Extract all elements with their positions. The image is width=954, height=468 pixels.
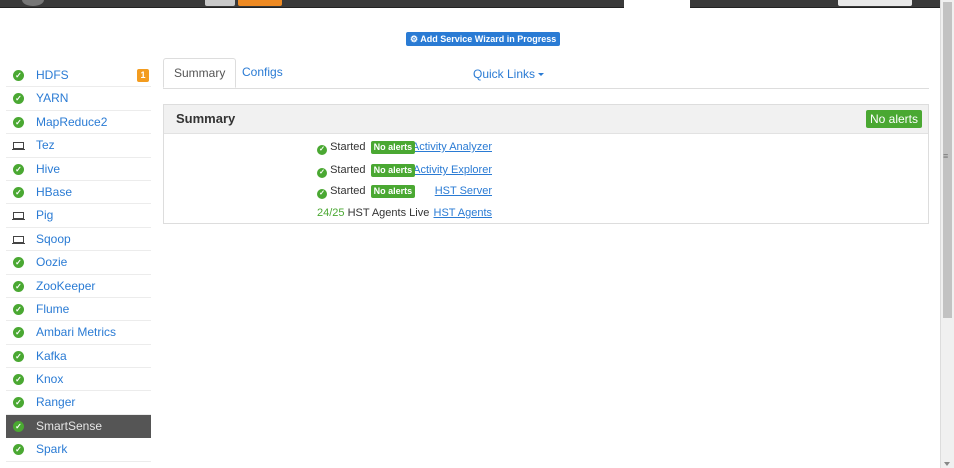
sidebar-item-hive[interactable]: ✓ Hive bbox=[6, 158, 151, 181]
check-circle-icon: ✓ bbox=[13, 280, 24, 292]
sidebar-item-knox[interactable]: ✓ Knox bbox=[6, 368, 151, 392]
check-circle-icon: ✓ bbox=[13, 93, 24, 105]
sidebar-item-flume[interactable]: ✓ Flume bbox=[6, 298, 151, 322]
sidebar-item-label: Flume bbox=[36, 301, 70, 316]
wizard-label: Add Service Wizard in Progress bbox=[420, 34, 557, 44]
sidebar-item-label: SmartSense bbox=[36, 418, 103, 433]
sidebar-item-hdfs[interactable]: ✓ HDFS 1 bbox=[6, 64, 151, 88]
sidebar-item-mapreduce2[interactable]: ✓ MapReduce2 bbox=[6, 111, 151, 135]
laptop-icon bbox=[12, 235, 25, 244]
sidebar-item-label: ZooKeeper bbox=[36, 278, 96, 293]
sidebar-item-label: Spark bbox=[36, 442, 68, 457]
check-circle-icon: ✓ bbox=[13, 327, 24, 339]
component-status: ✓ Started No alerts bbox=[317, 160, 416, 180]
sidebar-item-kafka[interactable]: ✓ Kafka bbox=[6, 345, 151, 369]
alert-count-badge[interactable]: 1 bbox=[137, 69, 149, 82]
vertical-scrollbar[interactable]: ≡ bbox=[940, 0, 954, 468]
sidebar-item-label: Kafka bbox=[36, 348, 67, 363]
ambari-logo[interactable] bbox=[22, 0, 44, 6]
tab-summary[interactable]: Summary bbox=[163, 58, 237, 88]
sidebar-item-label: Pig bbox=[36, 208, 54, 223]
component-row: Activity Analyzer ✓ Started No alerts bbox=[164, 137, 928, 157]
tab-configs[interactable]: Configs bbox=[232, 58, 293, 88]
service-tabs: Summary Configs Quick Links bbox=[163, 58, 929, 89]
sidebar-item-tez[interactable]: Tez bbox=[6, 134, 151, 158]
quick-links-dropdown[interactable]: Quick Links bbox=[473, 58, 545, 88]
alerts-button[interactable] bbox=[238, 0, 282, 6]
sidebar-item-label: Oozie bbox=[36, 255, 68, 270]
scroll-down-icon[interactable] bbox=[944, 462, 950, 466]
alerts-badge[interactable]: No alerts bbox=[370, 185, 416, 198]
sidebar-item-label: HDFS bbox=[36, 68, 69, 82]
status-text: Started bbox=[330, 164, 366, 176]
sidebar-item-label: YARN bbox=[36, 91, 69, 106]
nav-tab-services[interactable] bbox=[624, 0, 690, 8]
sidebar-item-label: Ambari Metrics bbox=[36, 325, 117, 340]
component-link[interactable]: Activity Analyzer bbox=[412, 137, 492, 157]
check-circle-icon: ✓ bbox=[317, 189, 327, 199]
check-circle-icon: ✓ bbox=[13, 116, 24, 128]
component-status: ✓ Started No alerts bbox=[317, 137, 416, 157]
sidebar-item-label: Ranger bbox=[36, 395, 76, 410]
agents-live-status: 24/25 HST Agents Live bbox=[317, 203, 429, 223]
status-text: Started bbox=[330, 141, 366, 153]
sidebar-item-label: MapReduce2 bbox=[36, 114, 108, 129]
alerts-badge[interactable]: No alerts bbox=[370, 164, 416, 177]
agents-live-text: HST Agents Live bbox=[347, 207, 430, 219]
check-circle-icon: ✓ bbox=[13, 70, 24, 81]
ops-button[interactable] bbox=[205, 0, 235, 6]
sidebar-item-ranger[interactable]: ✓ Ranger bbox=[6, 391, 151, 415]
sidebar-item-hbase[interactable]: ✓ HBase bbox=[6, 181, 151, 205]
check-circle-icon: ✓ bbox=[13, 303, 24, 315]
sidebar-item-yarn[interactable]: ✓ YARN bbox=[6, 87, 151, 111]
laptop-icon bbox=[12, 142, 25, 151]
panel-title: Summary bbox=[176, 111, 236, 126]
summary-panel: Summary No alerts Activity Analyzer ✓ St… bbox=[163, 104, 929, 224]
check-circle-icon: ✓ bbox=[13, 350, 24, 362]
top-navbar bbox=[0, 0, 940, 8]
check-circle-icon: ✓ bbox=[13, 374, 24, 386]
check-circle-icon: ✓ bbox=[317, 145, 327, 155]
status-text: Started bbox=[330, 185, 366, 197]
laptop-icon bbox=[12, 212, 25, 221]
check-circle-icon: ✓ bbox=[317, 168, 327, 178]
service-sidebar: ✓ HDFS 1 ✓ YARN ✓ MapReduce2 Tez ✓ Hive ✓ HBase Pig S… bbox=[6, 64, 151, 462]
sidebar-item-sqoop[interactable]: Sqoop bbox=[6, 228, 151, 252]
sidebar-item-pig[interactable]: Pig bbox=[6, 204, 151, 228]
component-row: Activity Explorer ✓ Started No alerts bbox=[164, 160, 928, 180]
check-circle-icon: ✓ bbox=[13, 257, 24, 269]
component-link[interactable]: HST Server bbox=[435, 181, 492, 201]
sidebar-item-smartsense[interactable]: ✓ SmartSense bbox=[6, 414, 151, 439]
check-circle-icon: ✓ bbox=[13, 186, 24, 198]
caret-down-icon bbox=[538, 73, 545, 77]
component-row: HST Agents 24/25 HST Agents Live bbox=[164, 203, 928, 223]
sidebar-item-spark[interactable]: ✓ Spark bbox=[6, 438, 151, 462]
gear-icon: ⚙ bbox=[410, 34, 419, 44]
add-service-wizard-button[interactable]: ⚙ Add Service Wizard in Progress bbox=[406, 32, 561, 46]
component-link[interactable]: Activity Explorer bbox=[413, 160, 492, 180]
check-circle-icon: ✓ bbox=[13, 163, 24, 175]
sidebar-item-oozie[interactable]: ✓ Oozie bbox=[6, 251, 151, 275]
sidebar-item-label: Tez bbox=[36, 138, 55, 153]
user-menu-button[interactable] bbox=[838, 0, 912, 6]
agents-live-count: 24/25 bbox=[317, 207, 345, 219]
grip-icon: ≡ bbox=[943, 151, 949, 161]
summary-panel-header: Summary No alerts bbox=[164, 105, 928, 134]
check-circle-icon: ✓ bbox=[13, 444, 24, 456]
alerts-badge[interactable]: No alerts bbox=[865, 110, 922, 128]
quick-links-label: Quick Links bbox=[473, 67, 536, 81]
component-link[interactable]: HST Agents bbox=[434, 203, 493, 223]
check-circle-icon: ✓ bbox=[13, 420, 24, 432]
sidebar-item-label: Hive bbox=[36, 161, 61, 176]
alerts-badge[interactable]: No alerts bbox=[370, 141, 416, 154]
component-status: ✓ Started No alerts bbox=[317, 181, 416, 201]
sidebar-item-label: HBase bbox=[36, 184, 73, 199]
component-row: HST Server ✓ Started No alerts bbox=[164, 181, 928, 201]
check-circle-icon: ✓ bbox=[13, 397, 24, 409]
sidebar-item-ambari-metrics[interactable]: ✓ Ambari Metrics bbox=[6, 321, 151, 345]
sidebar-item-zookeeper[interactable]: ✓ ZooKeeper bbox=[6, 275, 151, 298]
sidebar-item-label: Knox bbox=[36, 372, 64, 387]
sidebar-item-label: Sqoop bbox=[36, 231, 71, 246]
